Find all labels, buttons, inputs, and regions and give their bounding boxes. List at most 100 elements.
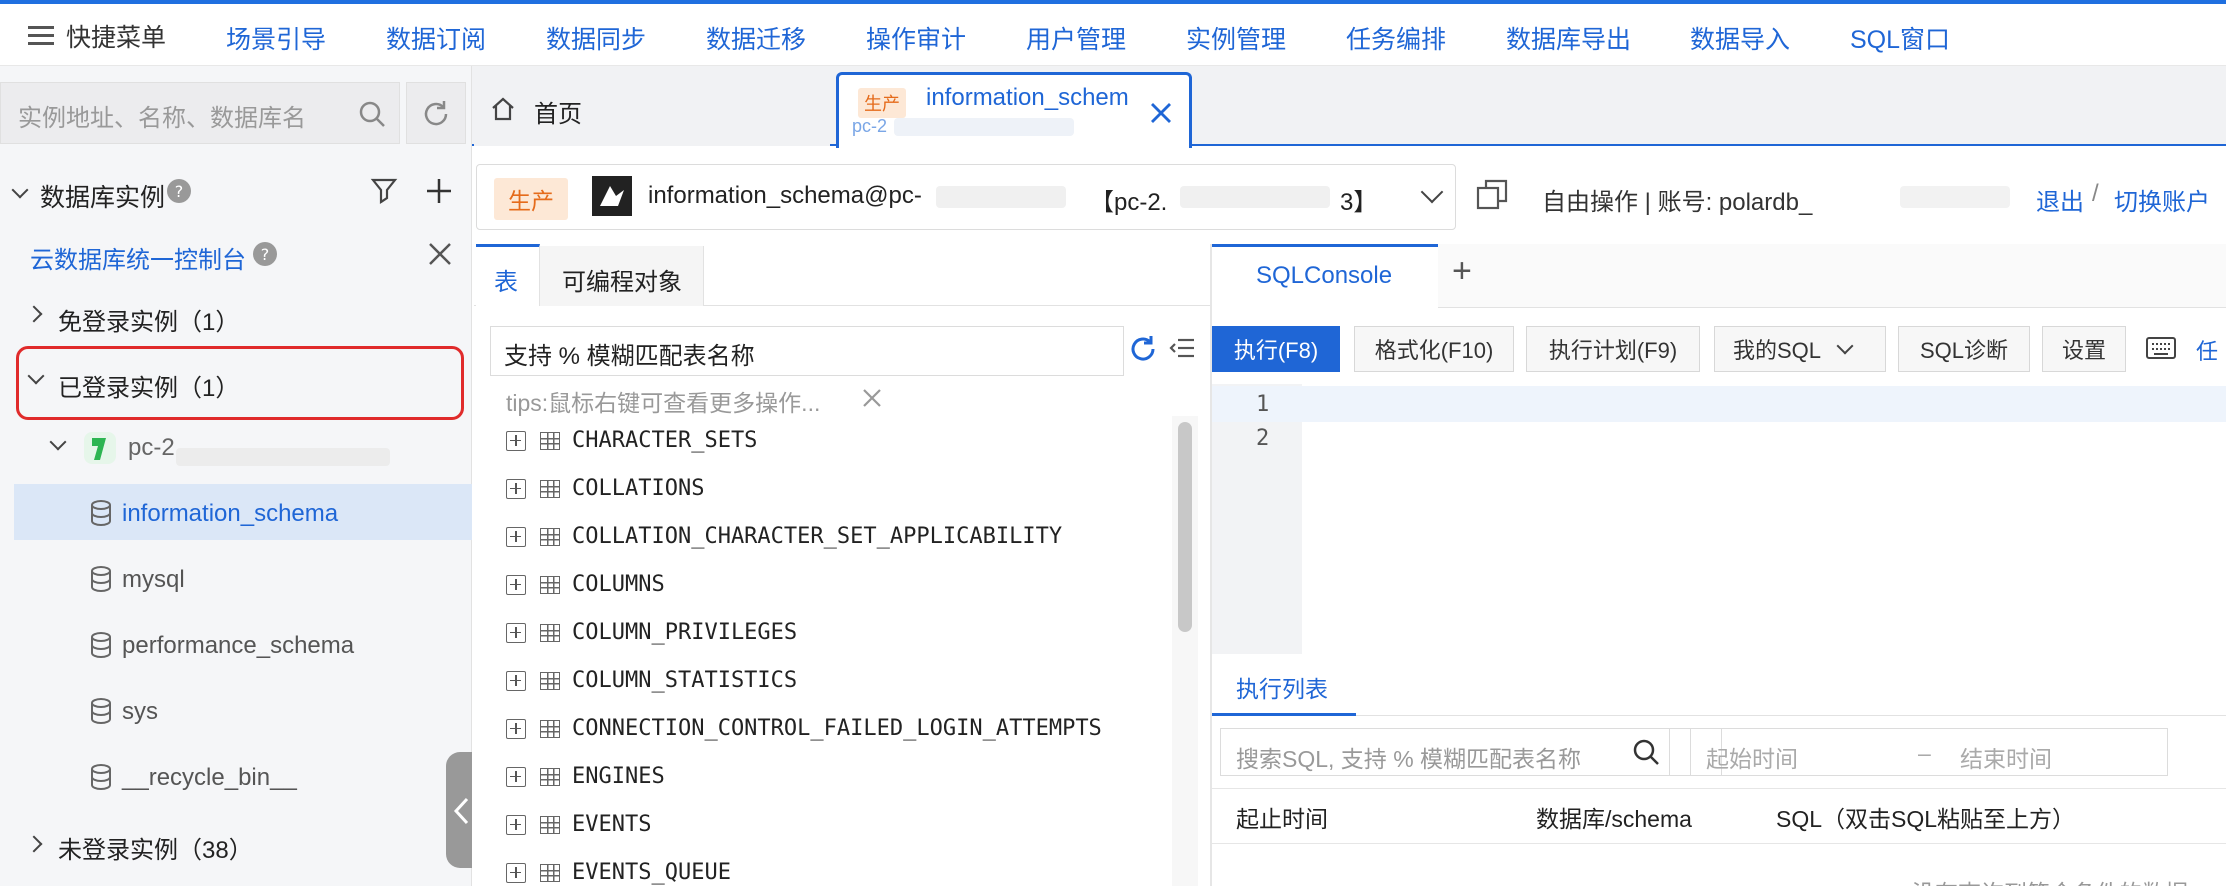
expand-icon[interactable] bbox=[506, 862, 526, 883]
unified-console-link[interactable]: 云数据库统一控制台 bbox=[30, 240, 246, 275]
redacted-blur bbox=[894, 118, 1074, 136]
db-item-recycle-bin[interactable]: __recycle_bin__ bbox=[122, 764, 297, 792]
tips-text: tips:鼠标右键可查看更多操作... bbox=[506, 390, 821, 416]
menu-item-audit[interactable]: 操作审计 bbox=[866, 20, 966, 56]
sql-diagnose-button[interactable]: SQL诊断 bbox=[1898, 326, 2030, 372]
quick-menu-button[interactable]: 快捷菜单 bbox=[28, 18, 166, 54]
logout-link[interactable]: 退出 bbox=[2036, 182, 2084, 217]
sql-editor[interactable] bbox=[1304, 384, 2226, 656]
task-link[interactable]: 任 bbox=[2196, 334, 2218, 366]
instance-search-placeholder: 实例地址、名称、数据库名 bbox=[18, 105, 306, 132]
col-database-schema: 数据库/schema bbox=[1536, 806, 1692, 832]
menu-item-data-migrate[interactable]: 数据迁移 bbox=[706, 20, 806, 56]
expand-icon[interactable] bbox=[506, 670, 526, 691]
table-row[interactable]: EVENTS bbox=[506, 812, 651, 837]
tab-home[interactable] bbox=[474, 72, 830, 146]
expand-icon[interactable] bbox=[506, 430, 526, 451]
col-time-range: 起止时间 bbox=[1236, 806, 1328, 832]
expand-icon[interactable] bbox=[506, 622, 526, 643]
menu-item-task-orchestration[interactable]: 任务编排 bbox=[1346, 20, 1446, 56]
exec-search-placeholder: 搜索SQL, 支持 % 模糊匹配表名称 bbox=[1236, 746, 1582, 772]
menu-item-user-manage[interactable]: 用户管理 bbox=[1026, 20, 1126, 56]
keyboard-icon[interactable] bbox=[2146, 336, 2176, 360]
line-number: 1 bbox=[1256, 392, 1270, 417]
polardb-logo-icon bbox=[592, 176, 632, 216]
menu-item-data-subscribe[interactable]: 数据订阅 bbox=[386, 20, 486, 56]
collapse-list-icon[interactable] bbox=[1168, 334, 1196, 362]
table-row[interactable]: ENGINES bbox=[506, 764, 665, 789]
table-name: COLUMN_PRIVILEGES bbox=[572, 620, 798, 645]
menu-item-instance-manage[interactable]: 实例管理 bbox=[1186, 20, 1286, 56]
expand-icon[interactable] bbox=[506, 574, 526, 595]
line-number: 2 bbox=[1256, 426, 1270, 451]
table-row[interactable]: COLUMN_STATISTICS bbox=[506, 668, 797, 693]
conn-db-prefix: information_schema@pc- bbox=[648, 182, 922, 209]
group-not-logged[interactable]: 未登录实例（38） bbox=[58, 830, 253, 865]
exec-list-tabbar bbox=[1212, 660, 2226, 716]
add-tab-button[interactable]: + bbox=[1452, 252, 1472, 291]
menu-item-db-export[interactable]: 数据库导出 bbox=[1506, 20, 1631, 56]
redacted-blur bbox=[1180, 186, 1330, 208]
table-row[interactable]: COLUMN_PRIVILEGES bbox=[506, 620, 797, 645]
db-item-mysql[interactable]: mysql bbox=[122, 566, 185, 594]
help-icon[interactable]: ? bbox=[252, 241, 278, 267]
menu-item-data-import[interactable]: 数据导入 bbox=[1690, 20, 1790, 56]
menu-item-scene-guide[interactable]: 场景引导 bbox=[226, 20, 326, 56]
close-icon[interactable] bbox=[860, 386, 884, 410]
switch-account-link[interactable]: 切换账户 bbox=[2114, 182, 2210, 217]
format-button[interactable]: 格式化(F10) bbox=[1354, 326, 1514, 372]
filter-icon[interactable] bbox=[370, 176, 400, 206]
table-name: COLLATION_CHARACTER_SET_APPLICABILITY bbox=[572, 524, 1063, 549]
explain-plan-button[interactable]: 执行计划(F9) bbox=[1526, 326, 1700, 372]
expand-icon[interactable] bbox=[506, 766, 526, 787]
polardb-icon bbox=[84, 432, 116, 464]
run-button[interactable]: 执行(F8) bbox=[1212, 326, 1340, 372]
expand-icon[interactable] bbox=[506, 526, 526, 547]
tab-home-label: 首页 bbox=[534, 101, 582, 128]
table-row[interactable]: COLLATIONS bbox=[506, 476, 704, 501]
db-item-performance-schema[interactable]: performance_schema bbox=[122, 632, 354, 660]
table-name: CONNECTION_CONTROL_FAILED_LOGIN_ATTEMPTS bbox=[572, 716, 1102, 741]
database-icon bbox=[91, 566, 111, 592]
chevron-down-icon bbox=[1836, 337, 1854, 355]
help-icon[interactable]: ? bbox=[166, 178, 192, 204]
table-icon bbox=[540, 575, 560, 594]
end-time-placeholder: 结束时间 bbox=[1960, 746, 2052, 772]
db-item-sys[interactable]: sys bbox=[122, 698, 158, 726]
empty-state-text: 没有查询到符合条件的数据 bbox=[1912, 874, 2188, 886]
table-row[interactable]: EVENTS_QUEUE bbox=[506, 860, 731, 885]
menu-item-data-sync[interactable]: 数据同步 bbox=[546, 20, 646, 56]
table-row[interactable]: COLUMNS bbox=[506, 572, 665, 597]
db-item-information-schema[interactable]: information_schema bbox=[122, 500, 338, 528]
search-icon bbox=[1633, 739, 1659, 765]
refresh-icon[interactable] bbox=[1128, 334, 1158, 364]
table-row[interactable]: CHARACTER_SETS bbox=[506, 428, 757, 453]
instance-name[interactable]: pc-2 bbox=[128, 434, 175, 462]
copy-icon[interactable] bbox=[1476, 178, 1510, 212]
tab-active-subtitle: pc-2 bbox=[852, 116, 888, 136]
table-name: COLLATIONS bbox=[572, 476, 705, 501]
search-icon[interactable] bbox=[358, 100, 386, 128]
quick-menu-label: 快捷菜单 bbox=[66, 24, 167, 52]
table-list-scrollbar[interactable] bbox=[1178, 422, 1192, 632]
expand-icon[interactable] bbox=[506, 718, 526, 739]
expand-icon[interactable] bbox=[506, 814, 526, 835]
close-icon[interactable] bbox=[426, 240, 454, 268]
table-icon bbox=[540, 767, 560, 786]
close-icon[interactable] bbox=[1148, 100, 1174, 126]
group-logged-in[interactable]: 已登录实例（1） bbox=[58, 368, 239, 403]
tab-active-title: information_schem bbox=[926, 84, 1129, 111]
table-icon bbox=[540, 479, 560, 498]
redacted-blur bbox=[176, 448, 390, 466]
my-sql-dropdown[interactable]: 我的SQL bbox=[1714, 326, 1886, 372]
db-instance-section-title: 数据库实例 bbox=[40, 184, 166, 212]
settings-button[interactable]: 设置 bbox=[2042, 326, 2126, 372]
operation-mode-account: 自由操作 | 账号: polardb_ bbox=[1542, 189, 1813, 216]
table-row[interactable]: CONNECTION_CONTROL_FAILED_LOGIN_ATTEMPTS bbox=[506, 716, 1102, 741]
group-free-login[interactable]: 免登录实例（1） bbox=[58, 302, 239, 337]
menu-item-sql-window[interactable]: SQL窗口 bbox=[1850, 20, 1950, 56]
table-row[interactable]: COLLATION_CHARACTER_SET_APPLICABILITY bbox=[506, 524, 1062, 549]
svg-text:?: ? bbox=[261, 245, 270, 264]
add-icon[interactable] bbox=[424, 176, 454, 206]
expand-icon[interactable] bbox=[506, 478, 526, 499]
